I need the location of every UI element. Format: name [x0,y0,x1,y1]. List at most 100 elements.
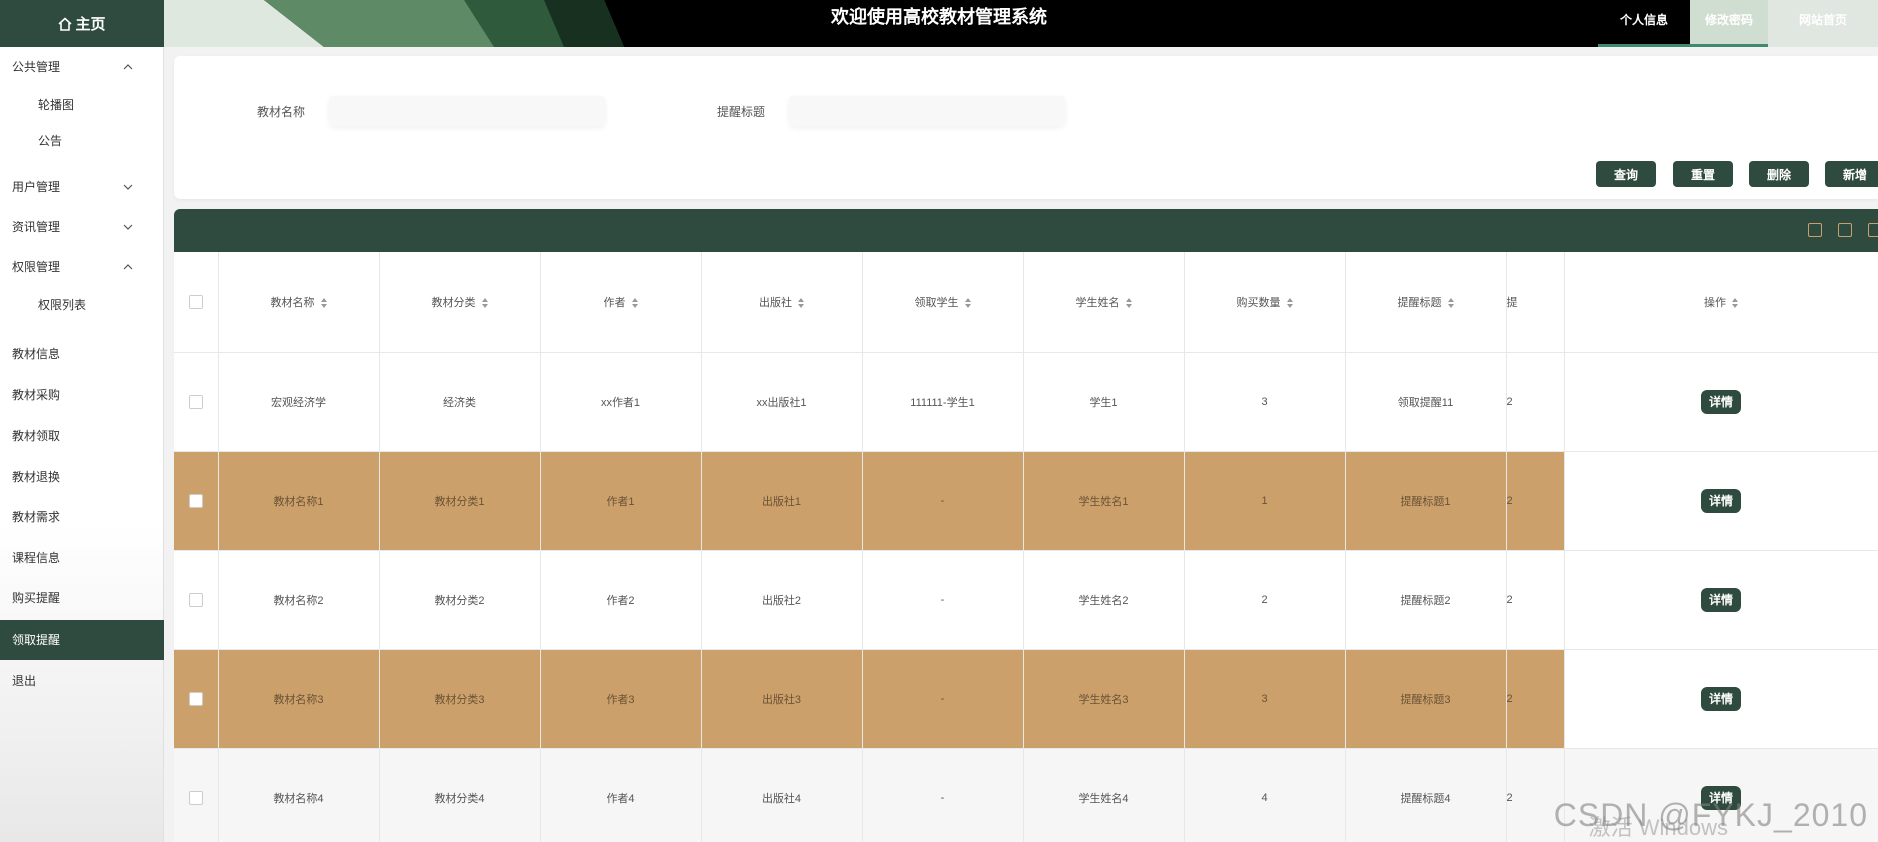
column-header-label: 学生姓名 [1075,296,1120,309]
table-cell: 教材分类2 [379,550,541,650]
column-header[interactable]: 购买数量 [1184,252,1346,353]
data-table: 教材名称 教材分类 作者 出版社 领取学生 学生姓名 购买数量 提醒标题 提 操… [174,252,1878,842]
select-all-cell [174,252,219,353]
table-cell: 出版社4 [701,748,863,842]
table-cell: 学生姓名2 [1023,550,1185,650]
column-header[interactable]: 出版社 [701,252,863,353]
data-table-container: 教材名称 教材分类 作者 出版社 领取学生 学生姓名 购买数量 提醒标题 提 操… [174,252,1878,842]
row-checkbox[interactable] [188,493,203,508]
sidebar-item-permission-list[interactable]: 权限列表 [0,287,164,323]
sidebar-item-textbook-return[interactable]: 教材退换 [0,457,164,497]
reminder-title-input[interactable] [789,96,1065,126]
table-cell: 作者4 [540,748,702,842]
nav-site-home[interactable]: 网站首页 [1768,0,1878,47]
column-header-label: 操作 [1704,296,1726,309]
sidebar-item-announcement[interactable]: 公告 [0,123,164,159]
sidebar: 公共管理 轮播图 公告 用户管理 资讯管理 权限管理 权限列表 教材信息 教材采… [0,47,164,842]
sort-icon[interactable] [1286,297,1293,308]
sidebar-item-textbook-info[interactable]: 教材信息 [0,334,164,374]
print-icon[interactable] [1868,223,1878,237]
detail-button[interactable]: 详情 [1700,389,1741,414]
sort-icon[interactable] [964,297,971,308]
delete-button[interactable]: 删除 [1749,161,1809,187]
table-cell: 教材分类4 [379,748,541,842]
detail-button[interactable]: 详情 [1700,686,1741,711]
select-all-checkbox[interactable] [188,294,203,309]
table-header-row: 教材名称 教材分类 作者 出版社 领取学生 学生姓名 购买数量 提醒标题 提 操… [174,252,1878,353]
table-cell: 2 [1506,352,1565,452]
sidebar-item-logout[interactable]: 退出 [0,661,164,701]
table-cell: xx出版社1 [701,352,863,452]
header-decoration [164,0,624,47]
table-cell: 作者1 [540,451,702,551]
sort-icon[interactable] [798,297,804,308]
detail-button[interactable]: 详情 [1700,488,1741,513]
sort-icon[interactable] [631,297,638,308]
top-header: 主页 欢迎使用高校教材管理系统 个人信息 修改密码 网站首页 [0,0,1878,47]
sidebar-item-purchase-reminder[interactable]: 购买提醒 [0,578,164,618]
table-cell: 1 [1184,451,1346,551]
nav-change-password[interactable]: 修改密码 [1690,0,1768,47]
table-cell: 学生姓名4 [1023,748,1185,842]
sidebar-item-textbook-purchase[interactable]: 教材采购 [0,375,164,415]
column-header[interactable]: 操作 [1563,252,1878,353]
sidebar-item-user-management[interactable]: 用户管理 [0,167,164,207]
home-icon [58,16,73,31]
column-header[interactable]: 教材分类 [379,252,541,353]
add-button[interactable]: 新增 [1825,161,1878,187]
row-checkbox[interactable] [188,790,203,805]
column-header[interactable]: 教材名称 [218,252,380,353]
sort-icon[interactable] [320,297,327,308]
column-header[interactable]: 领取学生 [862,252,1024,353]
table-cell: 学生姓名3 [1023,649,1185,749]
sidebar-item-textbook-collect[interactable]: 教材领取 [0,416,164,456]
row-select-cell [174,451,219,551]
sidebar-item-news-management[interactable]: 资讯管理 [0,207,164,247]
table-cell: 3 [1184,649,1346,749]
textbook-name-input[interactable] [329,96,605,126]
row-select-cell [174,352,219,452]
reset-button[interactable]: 重置 [1673,161,1733,187]
detail-button[interactable]: 详情 [1700,587,1741,612]
sidebar-item-course-info[interactable]: 课程信息 [0,538,164,578]
table-cell: 4 [1184,748,1346,842]
chevron-up-icon [122,47,134,87]
sort-icon[interactable] [481,297,488,308]
sidebar-item-collect-reminder[interactable]: 领取提醒 [0,620,164,660]
table-row: 教材名称1 教材分类1 作者1 出版社1 - 学生姓名1 1 提醒标题1 2 详… [174,451,1878,551]
table-row: 教材名称3 教材分类3 作者3 出版社3 - 学生姓名3 3 提醒标题3 2 详… [174,649,1878,749]
sidebar-item-public-management[interactable]: 公共管理 [0,47,164,87]
table-row: 宏观经济学 经济类 xx作者1 xx出版社1 111111-学生1 学生1 3 … [174,352,1878,452]
sort-icon[interactable] [1447,297,1454,308]
table-cell: 提醒标题2 [1345,550,1507,650]
operation-cell: 详情 [1563,352,1878,452]
table-cell: 出版社2 [701,550,863,650]
row-checkbox[interactable] [188,394,203,409]
sort-icon[interactable] [1125,297,1132,308]
query-button[interactable]: 查询 [1596,161,1656,187]
column-header[interactable]: 学生姓名 [1023,252,1185,353]
home-label: 主页 [75,16,106,33]
row-checkbox[interactable] [188,691,203,706]
column-header[interactable]: 提醒标题 [1345,252,1507,353]
textbook-name-label: 教材名称 [257,105,306,119]
sidebar-item-carousel[interactable]: 轮播图 [0,87,164,123]
home-link[interactable]: 主页 [0,0,164,47]
column-header-label: 教材名称 [270,296,315,309]
filter-columns-icon[interactable] [1808,223,1822,237]
search-panel: 教材名称 提醒标题 查询 重置 删除 新增 [174,56,1878,199]
table-toolbar [174,209,1878,252]
row-checkbox[interactable] [188,592,203,607]
sidebar-item-textbook-demand[interactable]: 教材需求 [0,497,164,537]
sidebar-item-permission-management[interactable]: 权限管理 [0,247,164,287]
row-select-cell [174,649,219,749]
column-header[interactable]: 作者 [540,252,702,353]
nav-profile[interactable]: 个人信息 [1598,0,1690,47]
column-header[interactable]: 提 [1506,252,1565,353]
sort-icon[interactable] [1732,297,1738,308]
export-icon[interactable] [1838,223,1852,237]
chevron-up-icon [122,247,134,287]
row-select-cell [174,748,219,842]
column-header-label: 购买数量 [1236,296,1281,309]
table-cell: 2 [1506,451,1565,551]
